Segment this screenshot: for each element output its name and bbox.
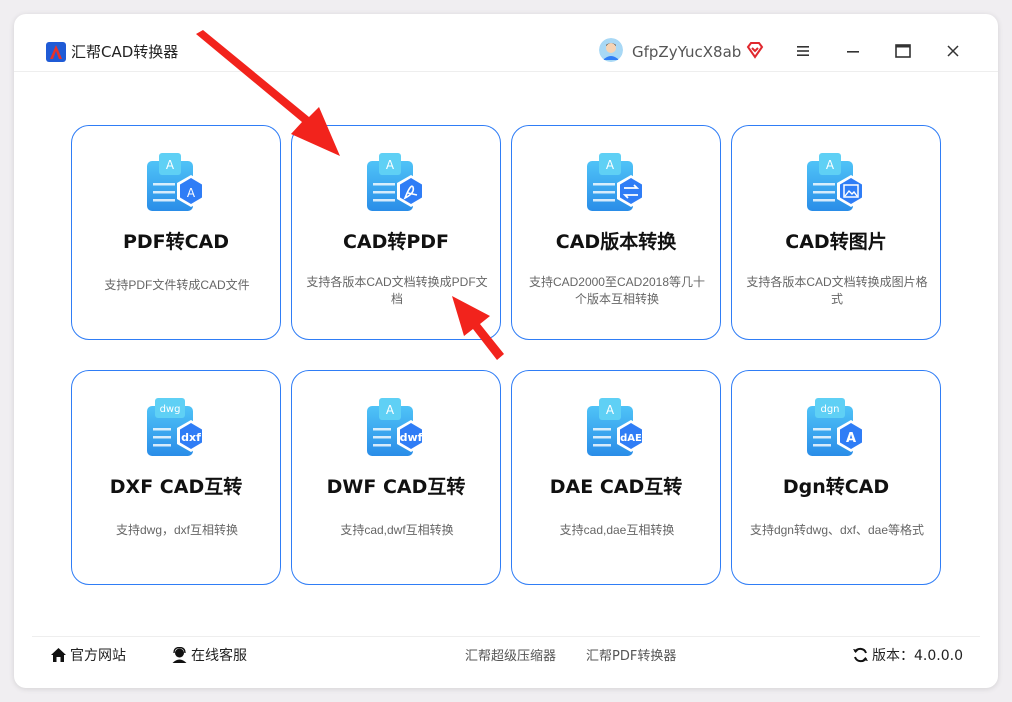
footer-bar: 官方网站 在线客服 汇帮超级压缩器 汇帮PDF转换器 版本：4.0.0.0 bbox=[32, 636, 980, 676]
vip-diamond-icon[interactable] bbox=[746, 41, 764, 59]
card-cad-to-pdf[interactable]: A CAD转PDF 支持各版本CAD文档转换成PDF文档 bbox=[291, 125, 501, 340]
card-dxf-cad-convert[interactable]: dwg dxf DXF CAD互转 支持dwg，dxf互相转换 bbox=[71, 370, 281, 585]
username[interactable]: GfpZyYucX8ab bbox=[632, 43, 741, 61]
svg-text:A: A bbox=[826, 158, 835, 172]
card-title: CAD版本转换 bbox=[555, 231, 677, 253]
cad-to-pdf-icon: A bbox=[367, 153, 425, 211]
home-icon bbox=[51, 648, 66, 662]
close-icon[interactable] bbox=[944, 42, 962, 60]
version-label: 版本：4.0.0.0 bbox=[872, 648, 963, 664]
svg-text:dwf: dwf bbox=[400, 431, 423, 444]
pdf-converter-link[interactable]: 汇帮PDF转换器 bbox=[586, 648, 676, 666]
card-title: CAD转PDF bbox=[342, 231, 450, 253]
online-support-label: 在线客服 bbox=[191, 648, 247, 664]
card-cad-version-convert[interactable]: A CAD版本转换 支持CAD2000至CAD2018等几十个版本互相转换 bbox=[511, 125, 721, 340]
official-website-link[interactable]: 官方网站 bbox=[50, 647, 126, 665]
svg-text:A: A bbox=[606, 158, 615, 172]
svg-text:A: A bbox=[846, 431, 856, 446]
card-desc: 支持dwg，dxf互相转换 bbox=[115, 523, 239, 537]
refresh-icon bbox=[853, 647, 868, 663]
dgn-to-cad-icon: dgn A bbox=[807, 398, 865, 456]
minimize-icon[interactable] bbox=[844, 42, 862, 60]
svg-text:dwg: dwg bbox=[160, 404, 181, 415]
pdf-to-cad-icon: A A bbox=[147, 153, 205, 211]
compressor-link[interactable]: 汇帮超级压缩器 bbox=[465, 648, 556, 666]
card-title: DXF CAD互转 bbox=[109, 476, 243, 498]
cad-to-image-icon: A bbox=[807, 153, 865, 211]
card-title: DWF CAD互转 bbox=[326, 476, 466, 498]
card-dwf-cad-convert[interactable]: A dwf DWF CAD互转 支持cad,dwf互相转换 bbox=[291, 370, 501, 585]
card-desc: 支持PDF文件转成CAD文件 bbox=[104, 278, 250, 292]
svg-text:A: A bbox=[166, 158, 175, 172]
card-title: PDF转CAD bbox=[122, 231, 230, 253]
card-dae-cad-convert[interactable]: A dAE DAE CAD互转 支持cad,dae互相转换 bbox=[511, 370, 721, 585]
svg-text:A: A bbox=[187, 186, 196, 200]
card-pdf-to-cad[interactable]: A A PDF转CAD 支持PDF文件转成CAD文件 bbox=[71, 125, 281, 340]
svg-text:A: A bbox=[386, 403, 395, 417]
customer-service-icon bbox=[172, 646, 187, 663]
avatar[interactable] bbox=[599, 38, 623, 62]
menu-icon[interactable] bbox=[794, 42, 812, 60]
app-window: 汇帮CAD转换器 GfpZyYucX8ab A A PDF转CAD 支持PDF文… bbox=[14, 14, 998, 688]
card-desc: 支持各版本CAD文档转换成图片格式 bbox=[746, 275, 928, 306]
dae-convert-icon: A dAE bbox=[587, 398, 645, 456]
card-title: DAE CAD互转 bbox=[549, 476, 683, 498]
svg-text:dAE: dAE bbox=[620, 433, 642, 444]
online-support-link[interactable]: 在线客服 bbox=[171, 646, 247, 665]
dxf-convert-icon: dwg dxf bbox=[147, 398, 205, 456]
card-desc: 支持cad,dae互相转换 bbox=[559, 523, 675, 537]
card-title: CAD转图片 bbox=[785, 231, 887, 253]
card-desc: 支持CAD2000至CAD2018等几十个版本互相转换 bbox=[528, 275, 706, 306]
card-title: Dgn转CAD bbox=[782, 476, 890, 498]
app-logo-icon bbox=[46, 42, 66, 62]
svg-text:A: A bbox=[386, 158, 395, 172]
maximize-icon[interactable] bbox=[894, 42, 912, 60]
card-dgn-to-cad[interactable]: dgn A Dgn转CAD 支持dgn转dwg、dxf、dae等格式 bbox=[731, 370, 941, 585]
card-cad-to-image[interactable]: A CAD转图片 支持各版本CAD文档转换成图片格式 bbox=[731, 125, 941, 340]
card-desc: 支持各版本CAD文档转换成PDF文档 bbox=[306, 275, 488, 306]
card-desc: 支持dgn转dwg、dxf、dae等格式 bbox=[749, 523, 925, 537]
svg-text:dxf: dxf bbox=[181, 431, 201, 444]
app-title: 汇帮CAD转换器 bbox=[71, 43, 179, 61]
title-bar: 汇帮CAD转换器 GfpZyYucX8ab bbox=[14, 14, 998, 72]
dwf-convert-icon: A dwf bbox=[367, 398, 425, 456]
svg-text:dgn: dgn bbox=[820, 404, 839, 415]
version-info[interactable]: 版本：4.0.0.0 bbox=[852, 647, 963, 665]
official-website-label: 官方网站 bbox=[70, 648, 126, 664]
svg-text:A: A bbox=[606, 403, 615, 417]
card-desc: 支持cad,dwf互相转换 bbox=[340, 523, 454, 537]
cad-version-convert-icon: A bbox=[587, 153, 645, 211]
